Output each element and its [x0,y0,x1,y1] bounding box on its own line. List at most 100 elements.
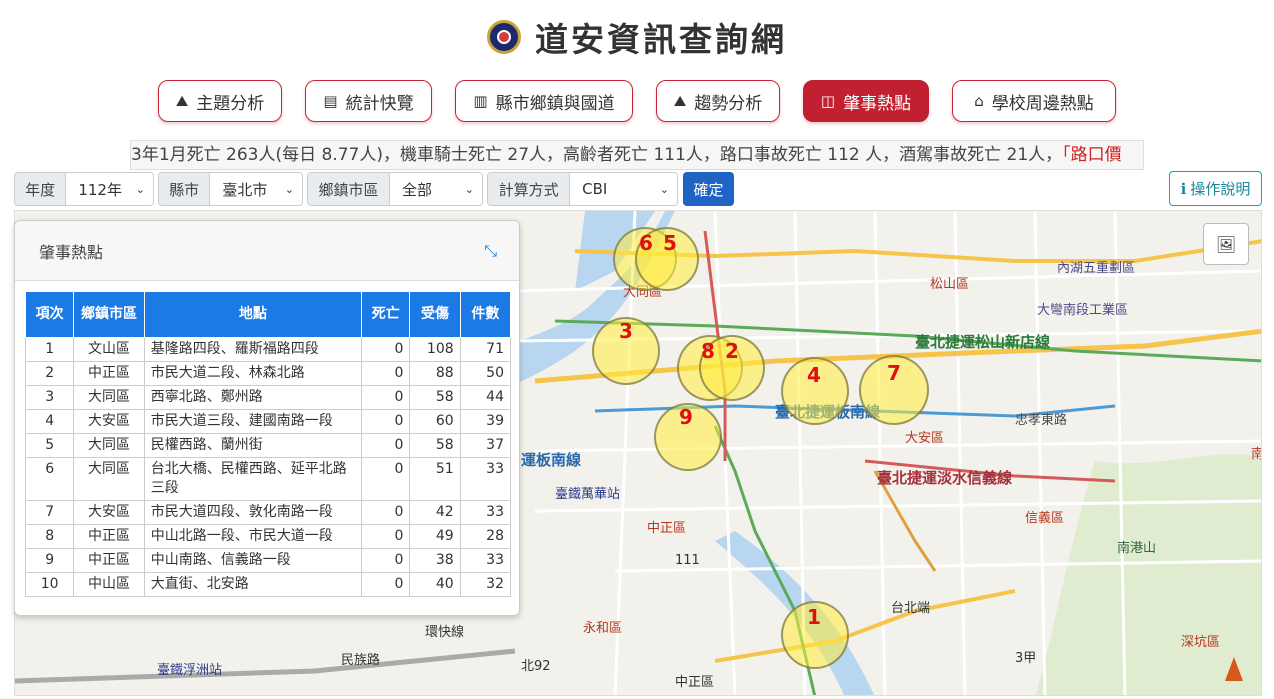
table-row[interactable]: 7 大安區 市民大道四段、敦化南路一段 0 42 33 [24,500,512,525]
cell-rank: 4 [24,409,75,434]
cell-injuries: 58 [409,433,461,458]
chevron-down-icon: ⌄ [284,182,294,196]
newspaper-icon: ▤ [323,92,338,110]
map-label-songshan: 松山區 [930,277,970,292]
hotspot-label-7: 7 [887,361,901,385]
year-filter[interactable]: 年度 112年 ⌄ [14,172,154,206]
cell-deaths: 0 [361,548,411,573]
hotspot-label-8: 8 [701,339,715,363]
page-header: 道安資訊查詢網 [0,12,1274,62]
news-marquee: 3年1月死亡 263人(每日 8.77人)，機車騎士死亡 27人，高齡者死亡 1… [130,140,1144,170]
cell-deaths: 0 [361,361,411,386]
nav-stats-button[interactable]: ▤ 統計快覽 [305,80,432,122]
cell-location: 西寧北路、鄭州路 [143,385,363,410]
hotspot-table: 項次 鄉鎮市區 地點 死亡 受傷 件數 1 文山區 基隆路四段、羅斯福路四段 0 108… [24,291,512,597]
chevron-down-icon: ⌄ [135,182,145,196]
trend-chart-icon: ⛰ [673,92,687,110]
town-filter[interactable]: 鄉鎮市區 全部 ⌄ [307,172,483,206]
chevron-down-icon: ⌄ [464,182,474,196]
nav-school-button[interactable]: ⌂ 學校周邊熱點 [952,80,1116,122]
nav-trend-button[interactable]: ⛰ 趨勢分析 [656,80,780,122]
cell-district: 文山區 [73,337,145,362]
nav-label: 主題分析 [196,93,265,114]
area-chart-icon: ⛰ [175,92,189,110]
cell-location: 市民大道二段、林森北路 [143,361,363,386]
town-select[interactable]: 全部 ⌄ [390,173,482,205]
cell-injuries: 38 [409,548,461,573]
cell-cases: 37 [459,433,512,458]
table-row[interactable]: 10 中山區 大直街、北安路 0 40 32 [24,572,512,597]
cell-rank: 6 [24,457,75,501]
cell-rank: 7 [24,500,75,525]
cell-rank: 8 [24,524,75,549]
map-label-zhongzheng-rd: 中正區 [675,675,715,690]
cell-cases: 39 [459,409,512,434]
cell-district: 中山區 [73,572,145,597]
cell-injuries: 88 [409,361,461,386]
cell-deaths: 0 [361,457,411,501]
table-row[interactable]: 6 大同區 台北大橋、民權西路、延平北路三段 0 51 33 [24,457,512,501]
year-label: 年度 [15,173,67,205]
table-row[interactable]: 4 大安區 市民大道三段、建國南路一段 0 60 39 [24,409,512,434]
cell-cases: 33 [459,500,512,525]
confirm-button[interactable]: 確定 [683,172,734,206]
map-label-zhongxiao-rd: 忠孝東路 [1015,413,1068,428]
cell-deaths: 0 [361,524,411,549]
cell-district: 中正區 [73,524,145,549]
panel-header: 肇事熱點 ⤡ [15,221,519,281]
table-row[interactable]: 1 文山區 基隆路四段、羅斯福路四段 0 108 71 [24,337,512,362]
map-label-yonghe: 永和區 [583,621,623,636]
hotspot-label-2: 2 [725,339,739,363]
cell-rank: 3 [24,385,75,410]
nav-theme-analysis-button[interactable]: ⛰ 主題分析 [158,80,282,122]
map-label-taibei-end: 台北端 [891,601,931,616]
nav-hotspot-button[interactable]: ◫ 肇事熱點 [803,80,929,122]
cell-district: 大安區 [73,409,145,434]
nav-label: 肇事熱點 [843,93,912,114]
method-select[interactable]: CBI ⌄ [570,173,677,205]
help-button[interactable]: ℹ 操作說明 [1169,171,1262,206]
th-cases: 件數 [459,291,512,338]
cell-location: 市民大道三段、建國南路一段 [143,409,363,434]
cell-deaths: 0 [361,385,411,410]
table-row[interactable]: 8 中正區 中山北路一段、市民大道一段 0 49 28 [24,524,512,549]
map-label-minzu-rd: 民族路 [341,653,381,668]
map-label-road-111: 111 [675,553,700,568]
th-injuries: 受傷 [409,291,461,338]
nav-label: 趨勢分析 [694,93,763,114]
hotspot-label-1: 1 [807,605,821,629]
cell-injuries: 40 [409,572,461,597]
cell-injuries: 49 [409,524,461,549]
image-icon: 🖼 [1215,234,1237,254]
nav-county-button[interactable]: ▥ 縣市鄉鎮與國道 [455,80,633,122]
north-arrow-icon [1225,657,1243,681]
help-label: 操作說明 [1190,180,1251,198]
year-select[interactable]: 112年 ⌄ [66,173,153,205]
cell-cases: 28 [459,524,512,549]
table-row[interactable]: 3 大同區 西寧北路、鄭州路 0 58 44 [24,385,512,410]
cell-injuries: 60 [409,409,461,434]
marquee-text: 3年1月死亡 263人(每日 8.77人)，機車騎士死亡 27人，高齡者死亡 1… [131,145,1063,165]
county-select[interactable]: 臺北市 ⌄ [210,173,302,205]
table-row[interactable]: 5 大同區 民權西路、蘭州街 0 58 37 [24,433,512,458]
cell-location: 台北大橋、民權西路、延平北路三段 [143,457,363,501]
cell-cases: 44 [459,385,512,410]
page-title: 道安資訊查詢網 [535,20,787,59]
th-deaths: 死亡 [361,291,411,338]
county-filter[interactable]: 縣市 臺北市 ⌄ [158,172,303,206]
site-logo [487,20,521,54]
collapse-icon[interactable]: ⤡ [484,241,497,261]
cell-location: 民權西路、蘭州街 [143,433,363,458]
method-filter[interactable]: 計算方式 CBI ⌄ [487,172,678,206]
layer-toggle-button[interactable]: 🖼 [1203,223,1249,265]
table-row[interactable]: 2 中正區 市民大道二段、林森北路 0 88 50 [24,361,512,386]
table-row[interactable]: 9 中正區 中山南路、信義路一段 0 38 33 [24,548,512,573]
nav-label: 縣市鄉鎮與國道 [495,93,615,114]
cell-injuries: 51 [409,457,461,501]
hotspot-label-6: 6 [639,231,653,255]
cell-rank: 5 [24,433,75,458]
county-label: 縣市 [159,173,211,205]
cell-location: 大直街、北安路 [143,572,363,597]
map-label-daan: 大安區 [905,431,945,446]
cell-injuries: 58 [409,385,461,410]
